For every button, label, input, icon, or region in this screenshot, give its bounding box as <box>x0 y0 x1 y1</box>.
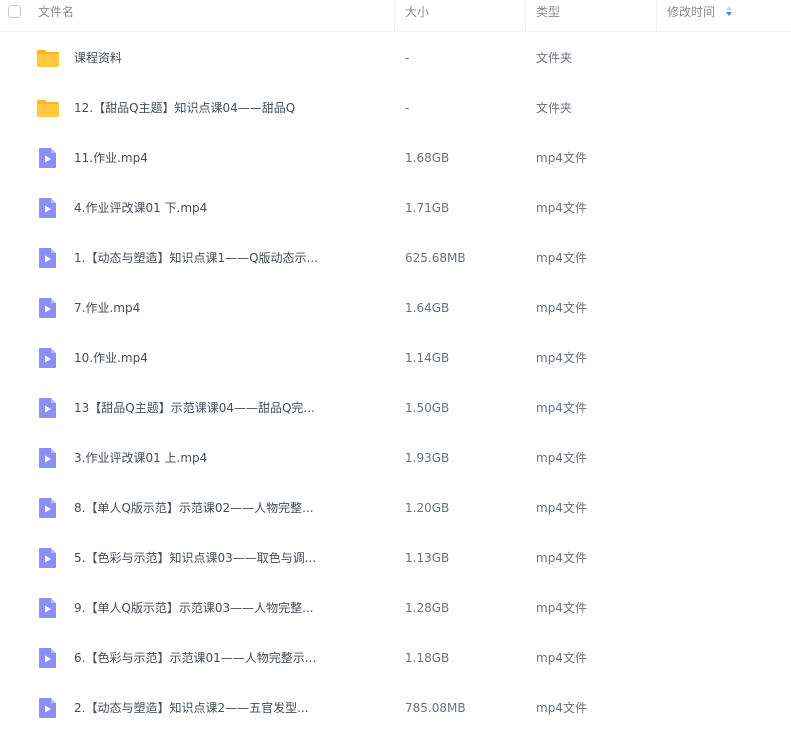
file-size: 1.50GB <box>405 401 450 415</box>
file-row[interactable]: 11.作业.mp4 1.68GB mp4文件 <box>0 133 791 183</box>
file-size: - <box>405 101 410 115</box>
file-size: 1.68GB <box>405 151 450 165</box>
file-name[interactable]: 11.作业.mp4 <box>74 133 148 183</box>
file-size: 1.13GB <box>405 551 450 565</box>
file-name[interactable]: 12.【甜品Q主题】知识点课04——甜品Q <box>74 83 295 133</box>
file-type: mp4文件 <box>536 251 587 265</box>
video-file-icon <box>36 296 60 320</box>
file-type: mp4文件 <box>536 651 587 665</box>
file-size: 1.14GB <box>405 351 450 365</box>
file-name[interactable]: 4.作业评改课01 下.mp4 <box>74 183 207 233</box>
video-file-icon <box>36 346 60 370</box>
file-size: 1.20GB <box>405 501 450 515</box>
video-file-icon <box>36 146 60 170</box>
file-type: 文件夹 <box>536 51 573 65</box>
file-size: 1.64GB <box>405 301 450 315</box>
file-size: 1.71GB <box>405 201 450 215</box>
file-row[interactable]: 课程资料 - 文件夹 <box>0 33 791 83</box>
file-size: 1.18GB <box>405 651 450 665</box>
column-header-type[interactable]: 类型 <box>536 0 560 31</box>
file-row[interactable]: 3.作业评改课01 上.mp4 1.93GB mp4文件 <box>0 433 791 483</box>
video-file-icon <box>36 546 60 570</box>
file-name[interactable]: 2.【动态与塑造】知识点课2——五官发型... <box>74 683 309 733</box>
video-file-icon <box>36 596 60 620</box>
file-size: - <box>405 51 410 65</box>
file-type: mp4文件 <box>536 351 587 365</box>
folder-icon <box>36 96 60 120</box>
file-type: mp4文件 <box>536 601 587 615</box>
file-row[interactable]: 13【甜品Q主题】示范课课04——甜品Q完... 1.50GB mp4文件 <box>0 383 791 433</box>
file-row[interactable]: 10.作业.mp4 1.14GB mp4文件 <box>0 333 791 383</box>
file-type: mp4文件 <box>536 701 587 715</box>
file-name[interactable]: 8.【单人Q版示范】示范课02——人物完整... <box>74 483 314 533</box>
select-all-checkbox[interactable] <box>8 5 21 18</box>
file-row[interactable]: 8.【单人Q版示范】示范课02——人物完整... 1.20GB mp4文件 <box>0 483 791 533</box>
file-name[interactable]: 13【甜品Q主题】示范课课04——甜品Q完... <box>74 383 315 433</box>
column-header-name[interactable]: 文件名 <box>38 0 74 31</box>
file-name[interactable]: 6.【色彩与示范】示范课01——人物完整示... <box>74 633 316 683</box>
file-list-header: 文件名 大小 类型 修改时间 <box>0 0 791 32</box>
file-row[interactable]: 7.作业.mp4 1.64GB mp4文件 <box>0 283 791 333</box>
column-divider <box>394 0 395 31</box>
video-file-icon <box>36 396 60 420</box>
file-type: mp4文件 <box>536 401 587 415</box>
file-type: 文件夹 <box>536 101 573 115</box>
file-row[interactable]: 2.【动态与塑造】知识点课2——五官发型... 785.08MB mp4文件 <box>0 683 791 733</box>
file-type: mp4文件 <box>536 451 587 465</box>
video-file-icon <box>36 446 60 470</box>
file-row[interactable]: 5.【色彩与示范】知识点课03——取色与调... 1.13GB mp4文件 <box>0 533 791 583</box>
column-divider <box>656 0 657 31</box>
file-name[interactable]: 课程资料 <box>74 33 122 83</box>
column-divider <box>525 0 526 31</box>
file-type: mp4文件 <box>536 301 587 315</box>
file-size: 1.28GB <box>405 601 450 615</box>
file-name[interactable]: 5.【色彩与示范】知识点课03——取色与调... <box>74 533 316 583</box>
file-size: 785.08MB <box>405 701 466 715</box>
file-name[interactable]: 7.作业.mp4 <box>74 283 140 333</box>
file-name[interactable]: 3.作业评改课01 上.mp4 <box>74 433 207 483</box>
column-header-modified[interactable]: 修改时间 <box>667 0 715 31</box>
file-name[interactable]: 1.【动态与塑造】知识点课1——Q版动态示... <box>74 233 318 283</box>
video-file-icon <box>36 646 60 670</box>
file-name[interactable]: 10.作业.mp4 <box>74 333 148 383</box>
file-name[interactable]: 9.【单人Q版示范】示范课03——人物完整... <box>74 583 314 633</box>
file-row[interactable]: 9.【单人Q版示范】示范课03——人物完整... 1.28GB mp4文件 <box>0 583 791 633</box>
column-header-size[interactable]: 大小 <box>405 0 429 31</box>
file-size: 625.68MB <box>405 251 466 265</box>
file-type: mp4文件 <box>536 201 587 215</box>
video-file-icon <box>36 496 60 520</box>
file-row[interactable]: 12.【甜品Q主题】知识点课04——甜品Q - 文件夹 <box>0 83 791 133</box>
video-file-icon <box>36 196 60 220</box>
file-row[interactable]: 1.【动态与塑造】知识点课1——Q版动态示... 625.68MB mp4文件 <box>0 233 791 283</box>
file-type: mp4文件 <box>536 551 587 565</box>
file-type: mp4文件 <box>536 151 587 165</box>
video-file-icon <box>36 246 60 270</box>
sort-descending-icon[interactable] <box>726 6 732 18</box>
video-file-icon <box>36 696 60 720</box>
file-size: 1.93GB <box>405 451 450 465</box>
file-type: mp4文件 <box>536 501 587 515</box>
file-row[interactable]: 4.作业评改课01 下.mp4 1.71GB mp4文件 <box>0 183 791 233</box>
file-row[interactable]: 6.【色彩与示范】示范课01——人物完整示... 1.18GB mp4文件 <box>0 633 791 683</box>
folder-icon <box>36 46 60 70</box>
